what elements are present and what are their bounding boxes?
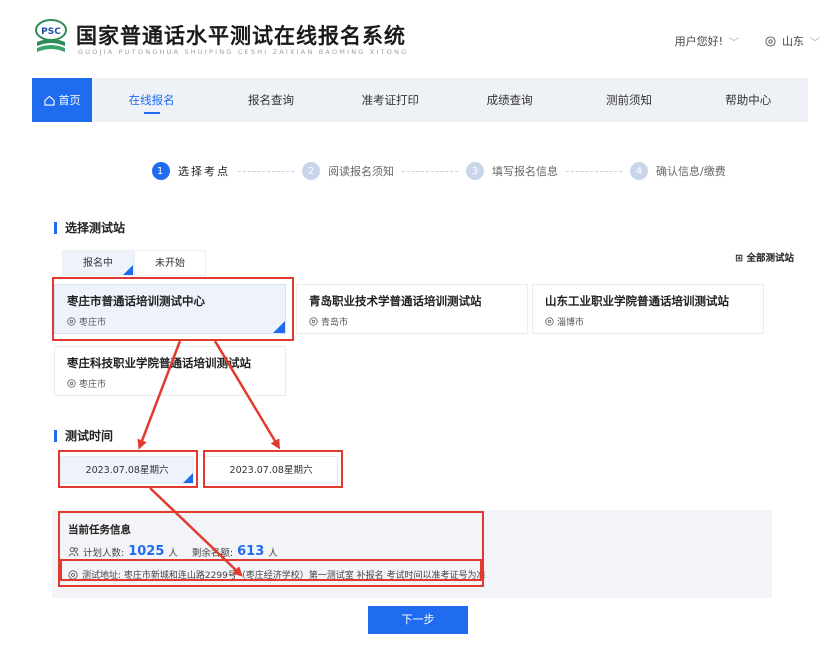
grid-icon: ⊞ [735, 253, 744, 264]
task-info-title: 当前任务信息 [68, 524, 131, 536]
station-city: 枣庄市 [67, 377, 273, 390]
main-nav: 首页 在线报名 报名查询 准考证打印 成绩查询 测前须知 帮助中心 [32, 78, 808, 122]
station-city: 枣庄市 [67, 315, 273, 328]
main-content: 1 选择考点 2 阅读报名须知 3 填写报名信息 4 确认信息/缴费 选择测试站… [32, 122, 808, 657]
home-icon [43, 95, 55, 106]
step-2: 2 阅读报名须知 [302, 162, 394, 180]
location-icon [68, 569, 78, 580]
nav-home-label: 首页 [58, 94, 81, 107]
station-city: 淄博市 [545, 315, 751, 328]
nav-help-center[interactable]: 帮助中心 [689, 78, 808, 122]
station-city-label: 枣庄市 [79, 318, 107, 328]
planned-label: 计划人数: [83, 547, 125, 559]
location-icon [765, 35, 776, 47]
task-counts: 计划人数: 1025 人 剩余名额: 613 人 [68, 544, 278, 559]
step-4: 4 确认信息/缴费 [630, 162, 726, 180]
status-tabs: 报名中 未开始 [62, 250, 206, 276]
nav-admission-print[interactable]: 准考证打印 [331, 78, 450, 122]
station-city-label: 枣庄市 [79, 380, 107, 390]
location-icon [67, 379, 76, 388]
section-title-select-station: 选择测试站 [54, 222, 125, 234]
task-address-text: 测试地址: 枣庄市新城和连山路2299号（枣庄经济学校）第一测试室 补报名 考试… [82, 571, 486, 581]
date-option[interactable]: 2023.07.08星期六 [204, 456, 338, 484]
nav-score-query[interactable]: 成绩查询 [450, 78, 569, 122]
logo-text: PSC [41, 27, 61, 37]
step-1: 1 选择考点 [152, 162, 230, 180]
people-icon [68, 547, 79, 557]
section-title-test-time: 测试时间 [54, 430, 113, 442]
task-info-panel: 当前任务信息 计划人数: 1025 人 剩余名额: 613 人 测试地址: 枣庄… [52, 510, 772, 598]
step-number: 3 [466, 162, 484, 180]
remain-value: 613 [237, 544, 265, 559]
station-city-label: 青岛市 [321, 318, 349, 328]
station-name: 枣庄科技职业学院普通话培训测试站 [67, 356, 251, 370]
user-greeting[interactable]: 用户您好! [675, 33, 723, 49]
all-stations-link[interactable]: ⊞ 全部测试站 [735, 250, 794, 264]
station-card[interactable]: 青岛职业技术学普通话培训测试站 青岛市 [296, 284, 528, 334]
all-stations-label: 全部测试站 [746, 253, 794, 264]
chevron-down-icon[interactable]: ﹀ [729, 34, 739, 49]
step-number: 4 [630, 162, 648, 180]
planned-value: 1025 [128, 544, 165, 559]
chevron-down-icon[interactable]: ﹀ [810, 34, 820, 49]
station-card[interactable]: 山东工业职业学院普通话培训测试站 淄博市 [532, 284, 764, 334]
station-name: 枣庄市普通话培训测试中心 [67, 294, 205, 308]
location-icon [309, 317, 318, 326]
station-card[interactable]: 枣庄市普通话培训测试中心 枣庄市 [54, 284, 286, 334]
station-name: 山东工业职业学院普通话培训测试站 [545, 294, 729, 308]
station-name: 青岛职业技术学普通话培训测试站 [309, 294, 482, 308]
remain-unit: 人 [268, 547, 278, 559]
tab-not-started[interactable]: 未开始 [134, 250, 206, 276]
step-label: 确认信息/缴费 [656, 165, 726, 178]
region-selector[interactable]: 山东 [782, 33, 804, 49]
station-card[interactable]: 枣庄科技职业学院普通话培训测试站 枣庄市 [54, 346, 286, 396]
station-city: 青岛市 [309, 315, 515, 328]
nav-register-query[interactable]: 报名查询 [211, 78, 330, 122]
user-area: 用户您好! ﹀ 山东 ﹀ [675, 33, 820, 49]
step-label: 选择考点 [178, 165, 230, 178]
psc-logo: PSC [35, 19, 67, 52]
location-icon [67, 317, 76, 326]
site-subtitle: GUOJIA PUTONGHUA SHUIPING CESHI ZAIXIAN … [78, 48, 409, 56]
step-label: 阅读报名须知 [328, 165, 394, 178]
step-number: 1 [152, 162, 170, 180]
step-progress: 1 选择考点 2 阅读报名须知 3 填写报名信息 4 确认信息/缴费 [152, 162, 726, 180]
nav-home[interactable]: 首页 [32, 78, 92, 122]
remain-label: 剩余名额: [191, 547, 234, 559]
nav-online-register[interactable]: 在线报名 [92, 78, 211, 122]
next-step-button[interactable]: 下一步 [368, 606, 468, 634]
step-number: 2 [302, 162, 320, 180]
planned-unit: 人 [168, 547, 178, 559]
nav-pre-test-notice[interactable]: 测前须知 [569, 78, 688, 122]
task-address: 测试地址: 枣庄市新城和连山路2299号（枣庄经济学校）第一测试室 补报名 考试… [68, 568, 486, 581]
header: PSC 国家普通话水平测试在线报名系统 GUOJIA PUTONGHUA SHU… [0, 0, 840, 75]
station-city-label: 淄博市 [557, 318, 585, 328]
step-3: 3 填写报名信息 [466, 162, 558, 180]
step-label: 填写报名信息 [492, 165, 558, 178]
date-option[interactable]: 2023.07.08星期六 [60, 456, 194, 484]
site-title: 国家普通话水平测试在线报名系统 [76, 23, 406, 48]
tab-registering[interactable]: 报名中 [62, 250, 134, 276]
location-icon [545, 317, 554, 326]
